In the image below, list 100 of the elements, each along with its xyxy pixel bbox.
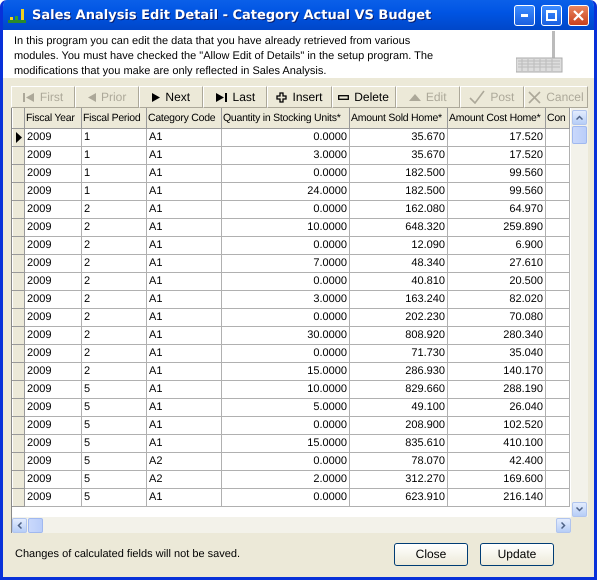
table-cell: 3.0000 xyxy=(222,290,350,308)
scroll-up-button[interactable] xyxy=(572,110,587,125)
table-cell: 35.670 xyxy=(350,128,448,146)
minimize-button[interactable] xyxy=(514,4,535,26)
x-icon xyxy=(528,90,542,104)
table-cell: 99.560 xyxy=(448,164,546,182)
table-cell: 2009 xyxy=(24,452,82,470)
table-cell: 312.270 xyxy=(350,470,448,488)
table-cell: A1 xyxy=(146,416,222,434)
scroll-thumb[interactable] xyxy=(572,126,587,144)
table-cell: 24.0000 xyxy=(222,182,350,200)
table-cell: 2 xyxy=(82,362,146,380)
table-cell: 0.0000 xyxy=(222,344,350,362)
table-cell: A1 xyxy=(146,308,222,326)
skip-last-icon xyxy=(216,92,228,102)
table-cell: 30.0000 xyxy=(222,326,350,344)
table-cell: 829.660 xyxy=(350,380,448,398)
column-header[interactable]: Amount Sold Home* xyxy=(350,108,448,128)
table-cell: 2009 xyxy=(24,236,82,254)
table-cell: 2009 xyxy=(24,326,82,344)
row-selector[interactable] xyxy=(12,128,24,146)
table-cell: 2 xyxy=(82,236,146,254)
table-cell: 2009 xyxy=(24,254,82,272)
table-cell: 1 xyxy=(82,146,146,164)
table-cell: A1 xyxy=(146,344,222,362)
table-cell: 40.810 xyxy=(350,272,448,290)
table-cell: 99.560 xyxy=(448,182,546,200)
table-cell: 216.140 xyxy=(448,488,546,506)
table-cell: 2009 xyxy=(24,272,82,290)
table-cell: 5 xyxy=(82,452,146,470)
insert-button[interactable]: Insert xyxy=(267,86,332,108)
table-cell: A2 xyxy=(146,470,222,488)
dialog-button[interactable]: Close xyxy=(394,542,468,566)
scroll-down-button[interactable] xyxy=(572,502,587,517)
table-cell: 835.610 xyxy=(350,434,448,452)
table-cell: 2 xyxy=(82,290,146,308)
table-cell: 2009 xyxy=(24,398,82,416)
table-cell: A1 xyxy=(146,218,222,236)
down-chevron-icon xyxy=(576,507,583,512)
maximize-button[interactable] xyxy=(541,4,562,26)
next-button[interactable]: Next xyxy=(139,86,204,108)
table-cell: 35.040 xyxy=(448,344,546,362)
table-cell: 26.040 xyxy=(448,398,546,416)
table-cell: 0.0000 xyxy=(222,200,350,218)
table-cell: A1 xyxy=(146,164,222,182)
table-cell: 27.610 xyxy=(448,254,546,272)
delete-button[interactable]: Delete xyxy=(332,86,396,108)
table-cell: 35.670 xyxy=(350,146,448,164)
table-cell: 17.520 xyxy=(448,128,546,146)
table-cell: 2009 xyxy=(24,164,82,182)
table-cell: A2 xyxy=(146,452,222,470)
table-cell: 78.070 xyxy=(350,452,448,470)
table-cell: A1 xyxy=(146,362,222,380)
table-cell: 10.0000 xyxy=(222,380,350,398)
close-button[interactable] xyxy=(568,4,589,26)
table-cell: 169.600 xyxy=(448,470,546,488)
table-cell: 288.190 xyxy=(448,380,546,398)
left-chevron-icon xyxy=(17,522,22,528)
table-cell: 2 xyxy=(82,326,146,344)
table-cell: 648.320 xyxy=(350,218,448,236)
table-cell: 0.0000 xyxy=(222,452,350,470)
table-cell: 2 xyxy=(82,254,146,272)
table-cell: 10.0000 xyxy=(222,218,350,236)
table-cell: 182.500 xyxy=(350,164,448,182)
column-header[interactable]: Con xyxy=(546,108,570,128)
table-cell: 71.730 xyxy=(350,344,448,362)
table-cell: 2009 xyxy=(24,128,82,146)
right-triangle-icon xyxy=(152,92,160,102)
table-cell: 2009 xyxy=(24,380,82,398)
current-row-icon xyxy=(16,132,22,142)
keyboard-icon xyxy=(516,31,564,75)
column-header[interactable]: Fiscal Year xyxy=(24,108,82,128)
check-icon xyxy=(469,90,486,104)
table-cell: A1 xyxy=(146,146,222,164)
table-cell: 2009 xyxy=(24,218,82,236)
table-cell: 286.930 xyxy=(350,362,448,380)
skip-first-icon xyxy=(22,92,35,102)
table-cell: A1 xyxy=(146,434,222,452)
scroll-thumb[interactable] xyxy=(28,518,43,532)
table-cell: 20.500 xyxy=(448,272,546,290)
table-cell: 0.0000 xyxy=(222,308,350,326)
column-header[interactable]: Amount Cost Home* xyxy=(448,108,546,128)
table-cell: 410.100 xyxy=(448,434,546,452)
scroll-left-button[interactable] xyxy=(12,518,27,532)
last-button[interactable]: Last xyxy=(203,86,268,108)
table-cell: 42.400 xyxy=(448,452,546,470)
table-cell: 162.080 xyxy=(350,200,448,218)
dialog-button[interactable]: Update xyxy=(480,542,554,566)
table-cell: A1 xyxy=(146,128,222,146)
right-chevron-icon xyxy=(561,522,566,528)
table-cell: A1 xyxy=(146,290,222,308)
table-cell: 5 xyxy=(82,470,146,488)
column-header[interactable]: Quantity in Stocking Units* xyxy=(222,108,350,128)
table-cell: A1 xyxy=(146,272,222,290)
table-cell: 12.090 xyxy=(350,236,448,254)
column-header[interactable]: Fiscal Period xyxy=(82,108,146,128)
table-cell: A1 xyxy=(146,398,222,416)
scroll-right-button[interactable] xyxy=(556,518,571,532)
column-header[interactable]: Category Code xyxy=(146,108,222,128)
table-cell: 259.890 xyxy=(448,218,546,236)
